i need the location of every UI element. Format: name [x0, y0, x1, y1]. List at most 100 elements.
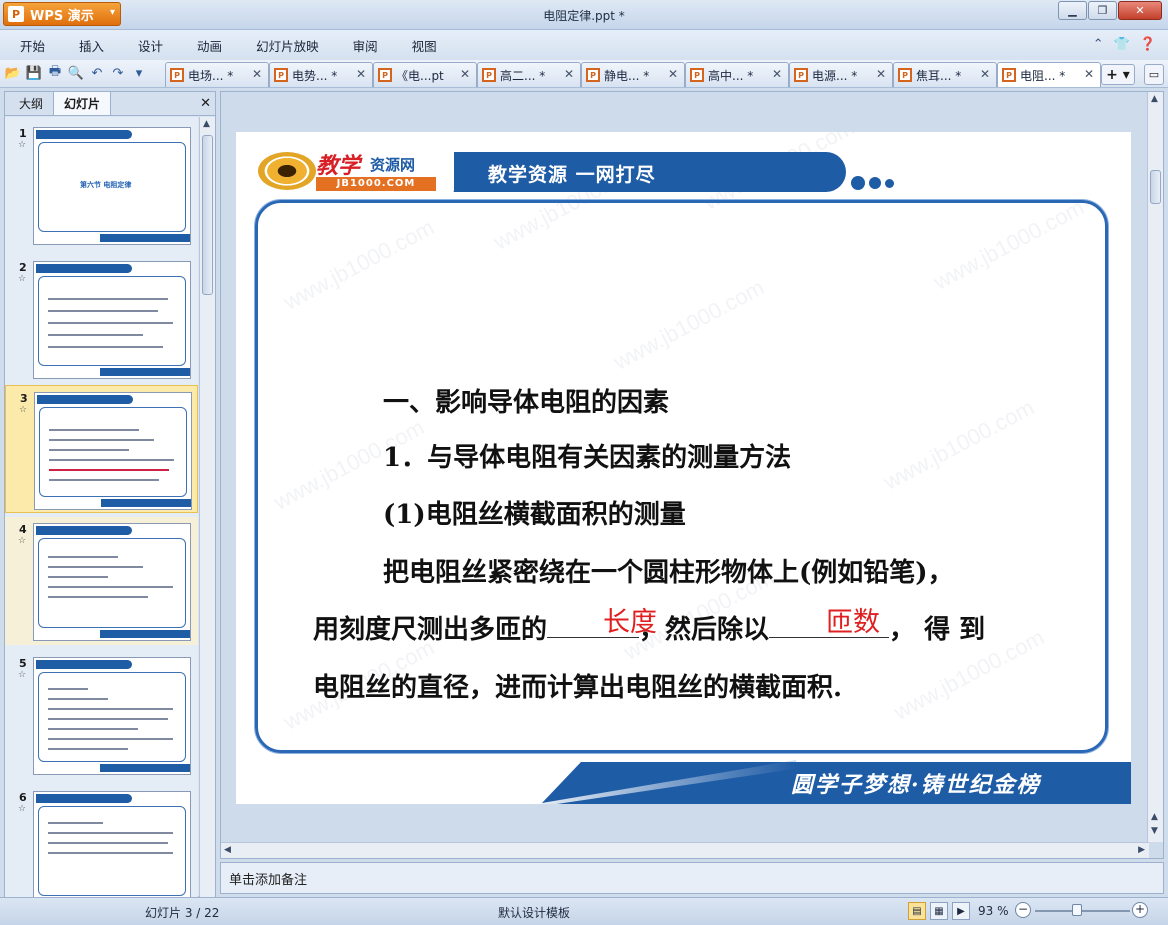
close-icon[interactable]: ✕	[876, 67, 886, 81]
doc-tab[interactable]: P 电场... * ✕	[165, 62, 269, 87]
open-icon[interactable]: 📂	[4, 64, 22, 82]
slide-thumbnail[interactable]: 5 ☆	[5, 651, 198, 779]
ppt-file-icon: P	[378, 68, 392, 82]
menu-review[interactable]: 审阅	[343, 36, 388, 55]
scroll-thumb[interactable]	[1150, 170, 1161, 204]
logo-text: 教学	[316, 153, 361, 179]
doc-tab[interactable]: P 静电... * ✕	[581, 62, 685, 87]
next-slide-icon[interactable]: ▼	[1151, 826, 1158, 836]
ppt-file-icon: P	[586, 68, 600, 82]
doc-tab-label: 电阻... *	[1020, 68, 1066, 83]
slide-editing-area: www.jb1000.com www.jb1000.com www.jb1000…	[220, 91, 1164, 859]
close-icon[interactable]: ✕	[980, 67, 990, 81]
doc-tab[interactable]: P 高中... * ✕	[685, 62, 789, 87]
notes-pane[interactable]: 单击添加备注	[220, 862, 1164, 894]
panel-tabs: 大纲 幻灯片	[5, 91, 215, 116]
vertical-scrollbar[interactable]: ▲ ▲ ▼	[1147, 92, 1163, 842]
slide-sorter-icon[interactable]: ▦	[930, 902, 948, 920]
scroll-thumb[interactable]	[202, 135, 213, 295]
slide-thumbnail[interactable]: 1 ☆ 第六节 电阻定律	[5, 121, 198, 249]
design-template-name[interactable]: 默认设计模板	[498, 904, 570, 921]
slide-thumbnail[interactable]: 6 ☆	[5, 785, 198, 897]
slide-number: 3	[20, 392, 28, 405]
slide-number: 4	[19, 523, 27, 536]
ppt-file-icon: P	[482, 68, 496, 82]
slide-paragraph-line: 把电阻丝紧密绕在一个圆柱形物体上(例如铅笔)，	[383, 558, 954, 588]
slide-number: 6	[19, 791, 27, 804]
minimize-button[interactable]: ▁	[1058, 1, 1087, 20]
slides-panel-scrollbar[interactable]: ▲	[199, 117, 215, 897]
menu-insert[interactable]: 插入	[69, 36, 114, 55]
zoom-in-button[interactable]: +	[1132, 902, 1148, 918]
close-icon[interactable]: ✕	[772, 67, 782, 81]
doc-tab-label: 焦耳... *	[916, 68, 962, 83]
horizontal-scrollbar[interactable]: ◀ ▶	[221, 842, 1149, 858]
normal-view-icon[interactable]: ▤	[908, 902, 926, 920]
menu-animation[interactable]: 动画	[187, 36, 232, 55]
redo-icon[interactable]: ↷	[109, 64, 127, 82]
menu-design[interactable]: 设计	[128, 36, 173, 55]
scroll-right-icon[interactable]: ▶	[1138, 845, 1145, 855]
slide-preview-title: 第六节 电阻定律	[80, 181, 132, 189]
tab-outline[interactable]: 大纲	[9, 92, 53, 115]
slide-thumbnail-selected[interactable]: 3 ☆	[5, 385, 198, 513]
slideshow-icon[interactable]: ▶	[952, 902, 970, 920]
close-icon[interactable]: ✕	[200, 96, 211, 111]
help-icon[interactable]: ❓	[1140, 37, 1156, 52]
zoom-slider[interactable]	[1035, 910, 1130, 912]
slide-thumbnail[interactable]: 2 ☆	[5, 255, 198, 383]
tab-list-button[interactable]: ▭	[1144, 64, 1164, 85]
new-tab-button[interactable]: + ▾	[1101, 64, 1135, 85]
doc-tab[interactable]: P 高二... * ✕	[477, 62, 581, 87]
print-icon[interactable]: 🖶	[46, 64, 64, 82]
maximize-button[interactable]: ❐	[1088, 1, 1117, 20]
doc-tab[interactable]: P 电势... * ✕	[269, 62, 373, 87]
slide-canvas[interactable]: www.jb1000.com www.jb1000.com www.jb1000…	[236, 132, 1131, 804]
close-icon[interactable]: ✕	[668, 67, 678, 81]
doc-tab[interactable]: P 《电...pt ✕	[373, 62, 477, 87]
close-icon[interactable]: ✕	[1084, 67, 1094, 81]
slide-preview	[33, 791, 191, 897]
undo-icon[interactable]: ↶	[88, 64, 106, 82]
answer-text: 长度	[603, 607, 657, 638]
close-icon[interactable]: ✕	[460, 67, 470, 81]
close-icon[interactable]: ✕	[356, 67, 366, 81]
answer-text: 匝数	[826, 607, 880, 638]
slide-preview	[33, 523, 191, 641]
save-icon[interactable]: 💾	[25, 64, 43, 82]
menu-view[interactable]: 视图	[402, 36, 447, 55]
skin-icon[interactable]: 👕	[1114, 37, 1130, 52]
slide-preview: 第六节 电阻定律	[33, 127, 191, 245]
ppt-file-icon: P	[690, 68, 704, 82]
close-icon[interactable]: ✕	[564, 67, 574, 81]
tab-slides[interactable]: 幻灯片	[53, 91, 112, 115]
scroll-left-icon[interactable]: ◀	[224, 845, 231, 855]
zoom-out-button[interactable]: −	[1015, 902, 1031, 918]
doc-tab[interactable]: P 电源... * ✕	[789, 62, 893, 87]
scroll-up-icon[interactable]: ▲	[203, 119, 210, 129]
zoom-level[interactable]: 93 %	[978, 904, 1009, 918]
slide-thumbnail[interactable]: 4 ☆	[5, 517, 198, 645]
doc-tab[interactable]: P 焦耳... * ✕	[893, 62, 997, 87]
logo-subtext: 资源网	[370, 156, 416, 174]
print-preview-icon[interactable]: 🔍	[67, 64, 85, 82]
previous-slide-icon[interactable]: ▲	[1151, 812, 1158, 822]
animation-star-icon: ☆	[19, 405, 28, 415]
doc-tab-active[interactable]: P 电阻... * ✕	[997, 62, 1101, 87]
slide-number: 1	[19, 127, 27, 140]
menu-slideshow[interactable]: 幻灯片放映	[246, 36, 329, 55]
collapse-ribbon-icon[interactable]: ⌃	[1093, 37, 1104, 52]
doc-tab-label: 高二... *	[500, 68, 546, 83]
customize-toolbar-icon[interactable]: ▾	[130, 64, 148, 82]
animation-star-icon: ☆	[18, 670, 27, 680]
menu-home[interactable]: 开始	[10, 36, 55, 55]
close-button[interactable]: ✕	[1118, 1, 1162, 20]
paragraph-text: ，然后除以	[639, 615, 770, 645]
close-icon[interactable]: ✕	[252, 67, 262, 81]
zoom-slider-handle[interactable]	[1072, 904, 1082, 916]
slide-number: 2	[19, 261, 27, 274]
animation-star-icon: ☆	[18, 274, 27, 284]
notes-placeholder: 单击添加备注	[229, 873, 308, 888]
doc-tab-label: 高中... *	[708, 68, 754, 83]
scroll-up-icon[interactable]: ▲	[1151, 94, 1158, 104]
